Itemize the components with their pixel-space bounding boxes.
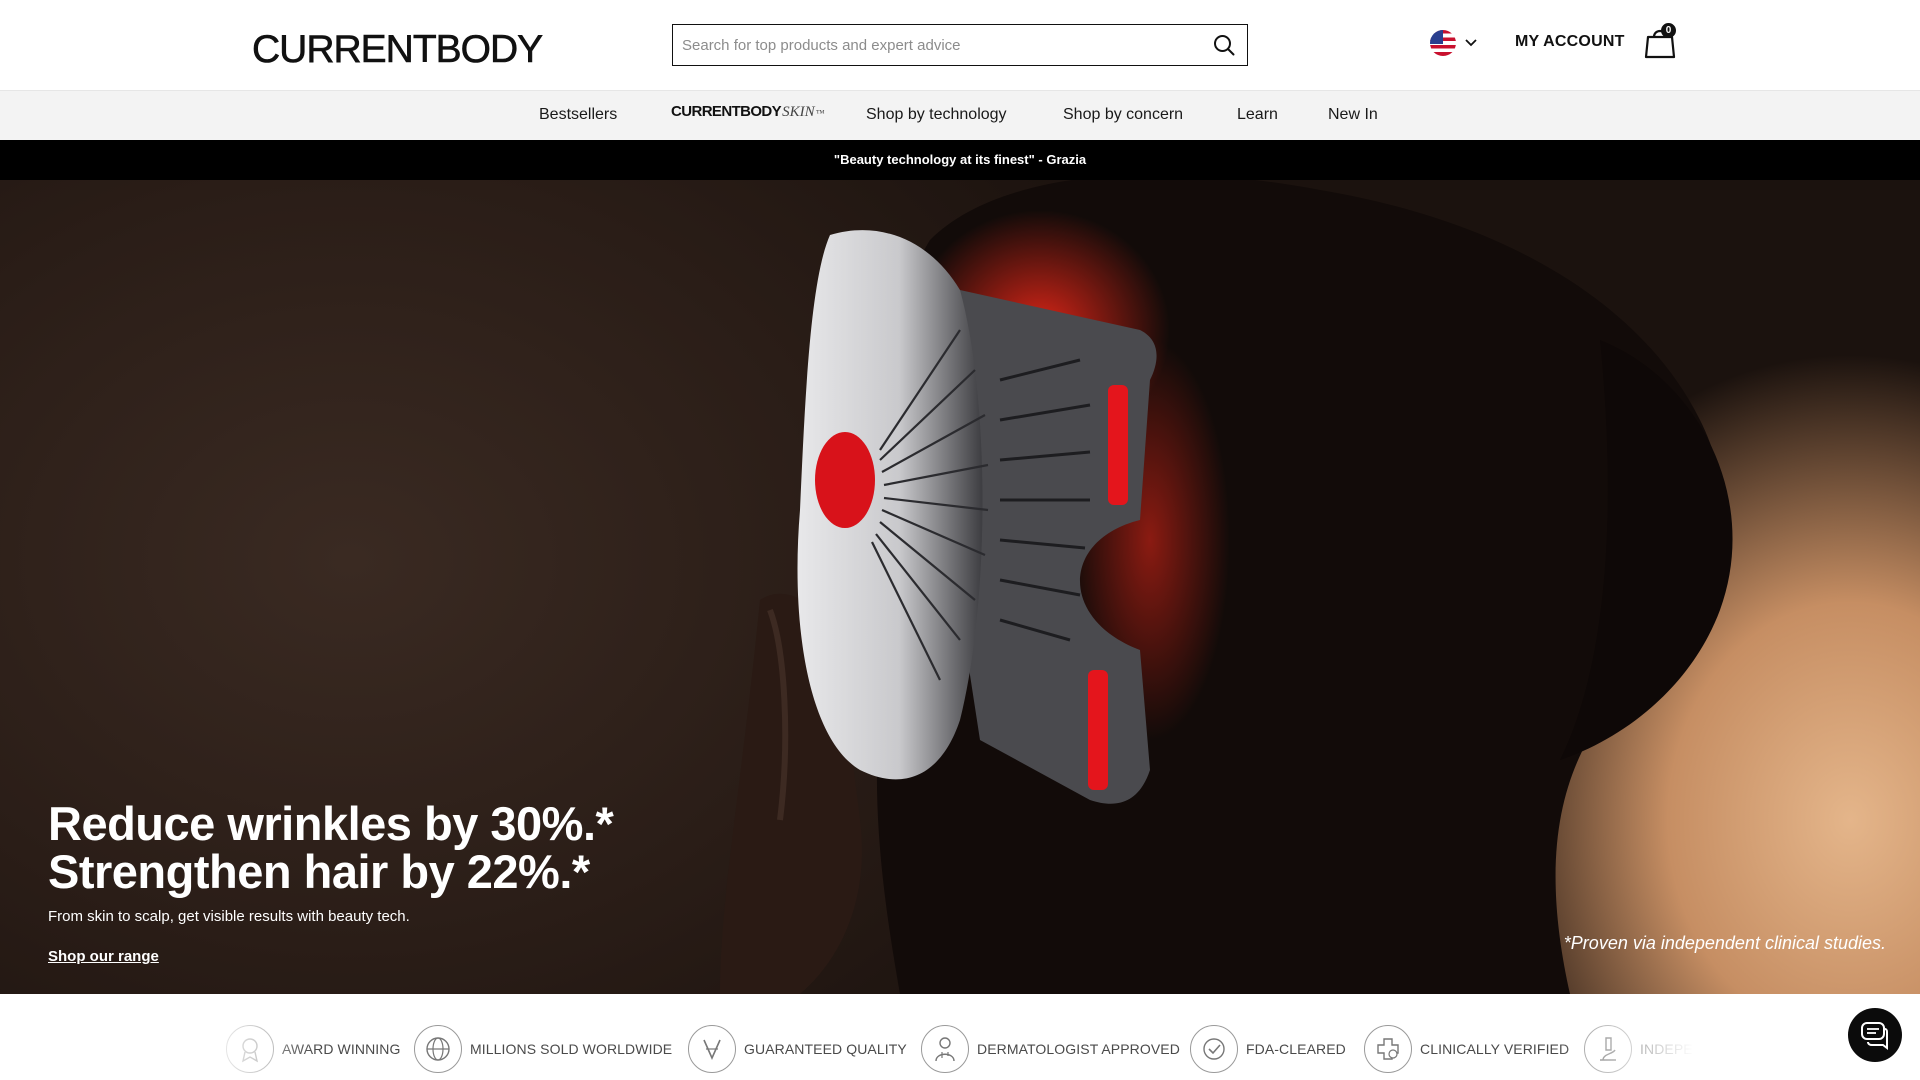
chat-icon bbox=[1861, 1022, 1888, 1050]
hero-subtext: From skin to scalp, get visible results … bbox=[48, 908, 410, 925]
globe-icon bbox=[414, 1025, 462, 1073]
search-bar bbox=[672, 24, 1248, 66]
trust-label: INDEPE bbox=[1640, 1041, 1693, 1057]
chevron-down-icon bbox=[1465, 39, 1477, 47]
trust-badges-strip: AWARD WINNING MILLIONS SOLD WORLDWIDE GU… bbox=[0, 994, 1920, 1080]
medical-cross-icon bbox=[1364, 1025, 1412, 1073]
trust-item-fda-cleared: FDA-CLEARED bbox=[1190, 1025, 1346, 1073]
trust-label: GUARANTEED QUALITY bbox=[744, 1041, 907, 1057]
my-account-link[interactable]: MY ACCOUNT bbox=[1515, 33, 1625, 51]
locale-selector[interactable] bbox=[1430, 30, 1478, 56]
hero-headline: Reduce wrinkles by 30%.* Strengthen hair… bbox=[48, 797, 614, 898]
hero-banner: Reduce wrinkles by 30%.* Strengthen hair… bbox=[0, 180, 1920, 994]
microscope-icon bbox=[1584, 1025, 1632, 1073]
trust-label: CLINICALLY VERIFIED bbox=[1420, 1041, 1570, 1057]
trust-item-clinically-verified: CLINICALLY VERIFIED bbox=[1364, 1025, 1569, 1073]
nav-item-currentbody-skin[interactable]: CURRENTBODY SKIN ™ bbox=[671, 103, 824, 121]
nav-item-learn[interactable]: Learn bbox=[1237, 106, 1278, 124]
hero-headline-line-1: Reduce wrinkles by 30%.* bbox=[48, 797, 614, 850]
quality-badge-icon bbox=[688, 1025, 736, 1073]
site-header: CURRENTBODY MY ACCOUNT 0 bbox=[0, 0, 1920, 90]
trust-item-award: AWARD WINNING bbox=[226, 1025, 400, 1073]
site-logo[interactable]: CURRENTBODY bbox=[252, 28, 544, 72]
cart-count-badge: 0 bbox=[1661, 23, 1676, 38]
promo-banner: "Beauty technology at its finest" - Graz… bbox=[0, 140, 1920, 180]
shop-our-range-link[interactable]: Shop our range bbox=[48, 948, 159, 965]
trust-badges-track: AWARD WINNING MILLIONS SOLD WORLDWIDE GU… bbox=[226, 994, 1694, 1080]
hero-footnote: *Proven via independent clinical studies… bbox=[1563, 933, 1886, 953]
us-flag-icon bbox=[1430, 30, 1456, 56]
nav-item-new-in[interactable]: New In bbox=[1328, 106, 1378, 124]
trust-label: FDA-CLEARED bbox=[1246, 1041, 1346, 1057]
search-input[interactable] bbox=[673, 25, 1201, 65]
fda-check-icon bbox=[1190, 1025, 1238, 1073]
skin-suffix-label: SKIN bbox=[782, 104, 815, 120]
trust-item-dermatologist: DERMATOLOGIST APPROVED bbox=[921, 1025, 1180, 1073]
search-button[interactable] bbox=[1201, 25, 1247, 65]
skin-brand-label: CURRENTBODY bbox=[671, 103, 782, 120]
trust-label: AWARD WINNING bbox=[282, 1041, 401, 1057]
nav-item-shop-by-technology[interactable]: Shop by technology bbox=[866, 106, 1007, 124]
nav-item-shop-by-concern[interactable]: Shop by concern bbox=[1063, 106, 1183, 124]
trust-label: MILLIONS SOLD WORLDWIDE bbox=[470, 1041, 673, 1057]
skin-trademark: ™ bbox=[815, 108, 825, 118]
main-nav: Bestsellers CURRENTBODY SKIN ™ Shop by t… bbox=[0, 90, 1920, 140]
nav-item-bestsellers[interactable]: Bestsellers bbox=[539, 106, 617, 124]
trust-item-guaranteed-quality: GUARANTEED QUALITY bbox=[688, 1025, 907, 1073]
dermatologist-icon bbox=[921, 1025, 969, 1073]
trust-item-independent: INDEPE bbox=[1584, 1025, 1693, 1073]
chat-button[interactable] bbox=[1848, 1008, 1902, 1062]
hero-headline-line-2: Strengthen hair by 22%.* bbox=[48, 845, 590, 898]
search-icon bbox=[1214, 35, 1235, 56]
trust-item-millions-sold: MILLIONS SOLD WORLDWIDE bbox=[414, 1025, 672, 1073]
award-icon bbox=[226, 1025, 274, 1073]
trust-label: DERMATOLOGIST APPROVED bbox=[977, 1041, 1180, 1057]
